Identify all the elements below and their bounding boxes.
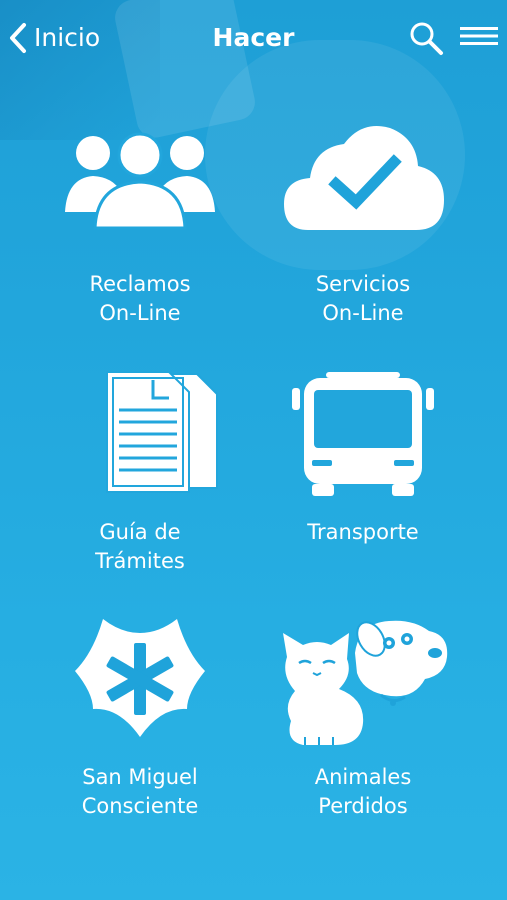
users-icon: [25, 120, 255, 260]
tile-label: Servicios On-Line: [315, 272, 411, 325]
tile-servicios-online[interactable]: Servicios On-Line: [248, 120, 478, 340]
tile-label: Guía de Trámites: [95, 520, 185, 573]
star-asterisk-icon: [25, 613, 255, 753]
documents-icon: [25, 368, 255, 508]
search-icon: [410, 22, 443, 55]
tile-label: Animales Perdidos: [314, 765, 412, 818]
tile-label: San Miguel Consciente: [81, 765, 199, 818]
tile-label: Reclamos On-Line: [89, 272, 191, 325]
tile-guia-tramites[interactable]: Guía de Trámites: [25, 368, 255, 588]
tile-animales-perdidos[interactable]: Animales Perdidos: [248, 613, 478, 833]
bus-icon: [248, 368, 478, 508]
cloud-check-icon: [248, 120, 478, 260]
tile-reclamos-online[interactable]: Reclamos On-Line: [25, 120, 255, 340]
tile-san-miguel-consciente[interactable]: San Miguel Consciente: [25, 613, 255, 833]
navigation-bar: Inicio Hacer: [0, 0, 507, 76]
tile-transporte[interactable]: Transporte: [248, 368, 478, 588]
tile-label: Transporte: [307, 520, 419, 544]
menu-icon: [460, 27, 498, 45]
search-button[interactable]: [408, 20, 444, 56]
pets-icon: [248, 613, 478, 753]
menu-button[interactable]: [460, 25, 498, 47]
